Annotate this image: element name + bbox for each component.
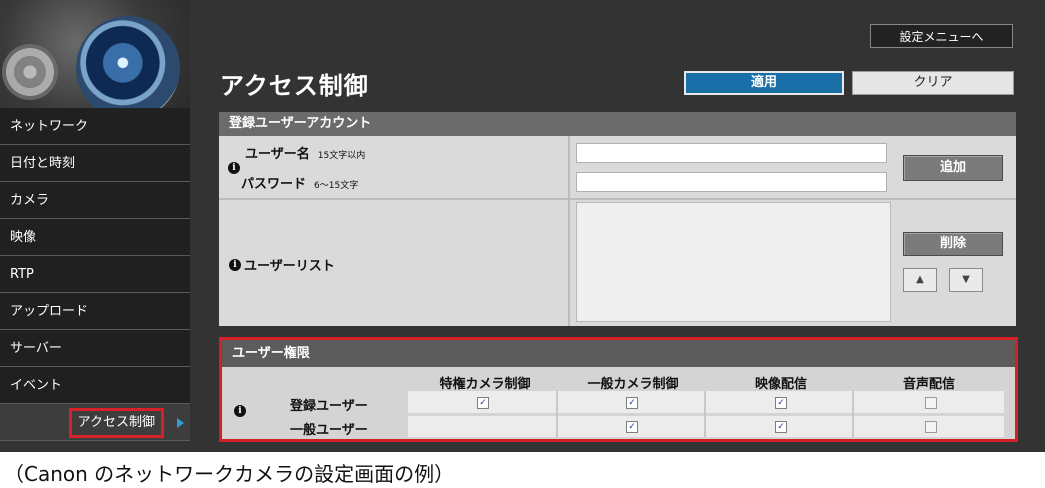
column-header-audio-distribution: 音声配信 <box>902 377 955 392</box>
add-user-button[interactable]: 追加 <box>903 155 1003 181</box>
section-heading: ユーザー権限 <box>222 340 1015 367</box>
sidebar-item-date-time[interactable]: 日付と時刻 <box>0 145 190 182</box>
figure-caption: （Canon のネットワークカメラの設定画面の例） <box>4 462 455 486</box>
camera-lens-icon <box>76 16 180 108</box>
move-down-button[interactable]: ▼ <box>949 268 983 292</box>
username-label: ユーザー名 15文字以内 <box>245 147 366 162</box>
sidebar-nav: ネットワーク 日付と時刻 カメラ 映像 RTP アップロード サーバー イベント… <box>0 108 190 441</box>
sidebar-item-event[interactable]: イベント <box>0 367 190 404</box>
move-up-button[interactable]: ▲ <box>903 268 937 292</box>
sidebar-item-label: 映像 <box>10 230 37 245</box>
username-hint: 15文字以内 <box>317 151 366 161</box>
sidebar-item-label: ネットワーク <box>10 119 89 134</box>
checkbox-registered-privileged-camera[interactable]: ✓ <box>477 397 489 409</box>
user-account-section: 登録ユーザーアカウント i ユーザー名 15文字以内 パスワード 6～15文字 追加… <box>219 112 1016 326</box>
sidebar-item-network[interactable]: ネットワーク <box>0 108 190 145</box>
sidebar-item-server[interactable]: サーバー <box>0 330 190 367</box>
checkbox-registered-video[interactable]: ✓ <box>775 397 787 409</box>
checkbox-registered-audio[interactable] <box>925 397 937 409</box>
chevron-right-icon <box>177 418 184 428</box>
sidebar-item-label: アップロード <box>10 304 89 319</box>
delete-user-button[interactable]: 削除 <box>903 232 1003 256</box>
column-header-general-camera-control: 一般カメラ制御 <box>587 377 679 392</box>
column-header-privileged-camera-control: 特権カメラ制御 <box>439 377 531 392</box>
sidebar-item-camera[interactable]: カメラ <box>0 182 190 219</box>
settings-menu-button[interactable]: 設定メニューへ <box>870 24 1013 48</box>
sidebar-item-video[interactable]: 映像 <box>0 219 190 256</box>
checkbox-general-video[interactable]: ✓ <box>775 421 787 433</box>
password-hint: 6～15文字 <box>314 181 359 191</box>
sidebar-item-label: アクセス制御 <box>68 408 164 438</box>
column-header-video-distribution: 映像配信 <box>754 377 807 392</box>
triangle-up-icon: ▲ <box>916 274 924 285</box>
apply-button[interactable]: 適用 <box>684 71 844 95</box>
sidebar-item-rtp[interactable]: RTP <box>0 256 190 293</box>
camera-logo <box>0 0 190 108</box>
sidebar-item-access-control[interactable]: アクセス制御 <box>0 404 190 441</box>
clear-button[interactable]: クリア <box>852 71 1014 95</box>
checkbox-general-general-camera[interactable]: ✓ <box>626 421 638 433</box>
checkbox-registered-general-camera[interactable]: ✓ <box>626 397 638 409</box>
user-permissions-section: ユーザー権限 特権カメラ制御 一般カメラ制御 映像配信 音声配信 i 登録ユーザ… <box>219 337 1018 442</box>
info-icon: i <box>228 162 240 174</box>
password-label: パスワード 6～15文字 <box>241 177 359 192</box>
sidebar-item-label: カメラ <box>10 193 50 208</box>
row-label-registered-user: 登録ユーザー <box>290 399 368 414</box>
row-label-general-user: 一般ユーザー <box>290 423 368 438</box>
sidebar-item-label: サーバー <box>10 341 62 356</box>
gear-icon <box>2 44 58 100</box>
sidebar-item-label: イベント <box>10 378 63 393</box>
checkbox-general-audio[interactable] <box>925 421 937 433</box>
user-list-box[interactable] <box>576 202 891 322</box>
settings-window: ネットワーク 日付と時刻 カメラ 映像 RTP アップロード サーバー イベント… <box>0 0 1045 452</box>
username-input[interactable] <box>576 143 887 163</box>
info-icon: i <box>234 405 246 417</box>
section-heading: 登録ユーザーアカウント <box>219 112 1016 136</box>
password-input[interactable] <box>576 172 887 192</box>
page-title: アクセス制御 <box>220 72 369 100</box>
sidebar-item-label: RTP <box>10 267 34 282</box>
user-list-label: ユーザーリスト <box>244 259 335 274</box>
sidebar-item-upload[interactable]: アップロード <box>0 293 190 330</box>
sidebar-item-label: 日付と時刻 <box>10 156 76 171</box>
info-icon: i <box>229 259 241 271</box>
triangle-down-icon: ▼ <box>962 274 970 285</box>
